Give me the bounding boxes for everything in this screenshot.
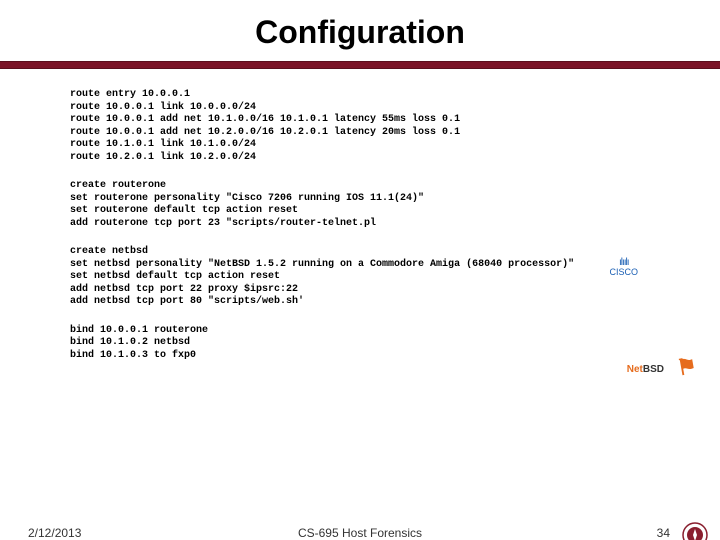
- netbsd-logo: NetBSD ⚑: [627, 364, 664, 375]
- netbsd-net-text: Net: [627, 364, 643, 375]
- footer-page-number: 34: [657, 526, 670, 540]
- netbsd-bsd-text: BSD: [643, 364, 664, 375]
- institution-seal-icon: [682, 522, 708, 540]
- slide-body: route entry 10.0.0.1 route 10.0.0.1 link…: [0, 69, 720, 362]
- config-block-routerone: create routerone set routerone personali…: [70, 180, 650, 230]
- config-block-netbsd: create netbsd set netbsd personality "Ne…: [70, 246, 650, 309]
- footer-center: CS-695 Host Forensics: [0, 526, 720, 540]
- config-block-binds: bind 10.0.0.1 routerone bind 10.1.0.2 ne…: [70, 325, 650, 363]
- cisco-text: CISCO: [609, 267, 638, 277]
- config-block-routes: route entry 10.0.0.1 route 10.0.0.1 link…: [70, 89, 650, 164]
- slide-title: Configuration: [0, 14, 720, 51]
- cisco-logo: ılıılı CISCO: [609, 258, 638, 277]
- netbsd-flag-icon: ⚑: [675, 352, 699, 381]
- title-rule: [0, 61, 720, 69]
